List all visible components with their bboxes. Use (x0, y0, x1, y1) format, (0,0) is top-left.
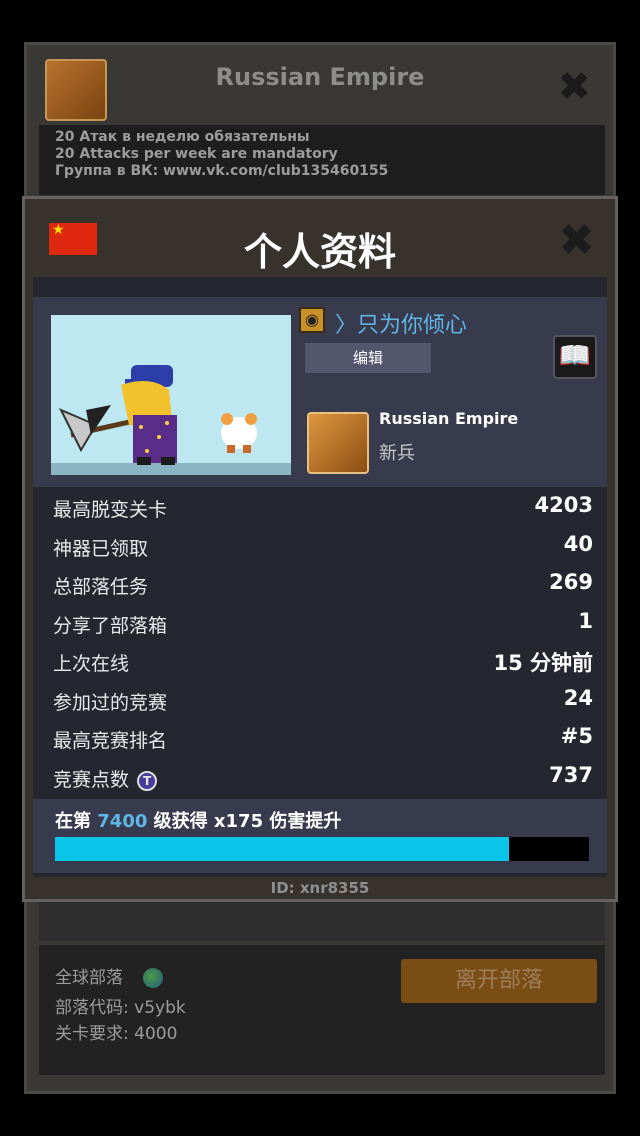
stat-label: 参加过的竞赛 (53, 691, 168, 714)
global-label: 全球部落 (55, 968, 123, 988)
clan-title: Russian Empire (215, 63, 425, 91)
stat-row: 总部落任务 269 (33, 566, 607, 605)
stat-value: 24 (563, 685, 593, 710)
clan-close-icon[interactable]: ✖ (557, 67, 591, 107)
profile-dialog: ★ 个人资料 ✖ ◉ 〉只为你倾心 编辑 📖 Russian Empire 新兵… (22, 196, 618, 902)
avatar-scene (51, 315, 291, 475)
stat-label: 竞赛点数 T (53, 765, 158, 792)
stat-label: 最高脱变关卡 (53, 499, 168, 521)
stat-value: 4203 (534, 493, 593, 517)
player-name: 〉只为你倾心 (335, 313, 468, 338)
stat-label-text: 竞赛点数 (53, 768, 130, 791)
camera-icon[interactable]: ◉ (299, 307, 325, 333)
clan-description: 20 Атак в неделю обязательны 20 Attacks … (39, 125, 605, 195)
description-line: 20 Атак в неделю обязательны (55, 129, 310, 145)
stat-label: 最高竞赛排名 (53, 730, 168, 752)
stat-row: 参加过的竞赛 24 (33, 682, 607, 721)
stat-row: 最高脱变关卡 4203 (33, 489, 607, 528)
book-icon[interactable]: 📖 (553, 335, 597, 379)
edit-button[interactable]: 编辑 (305, 343, 431, 373)
progress-suffix: 级获得 x175 伤害提升 (147, 811, 342, 832)
stat-row: 竞赛点数 T 737 (33, 759, 607, 798)
profile-content: ◉ 〉只为你倾心 编辑 📖 Russian Empire 新兵 最高脱变关卡 4… (33, 277, 607, 877)
close-icon[interactable]: ✖ (558, 219, 595, 263)
stat-label: 上次在线 (53, 653, 130, 675)
player-avatar (51, 315, 291, 475)
dialog-title: 个人资料 (243, 230, 396, 274)
global-label-row: 全球部落 (55, 963, 163, 988)
clan-emblem-icon[interactable] (307, 412, 369, 474)
level-requirement: 关卡要求: 4000 (55, 1024, 178, 1044)
clan-name: Russian Empire (379, 409, 519, 428)
stat-value: #5 (560, 724, 593, 748)
globe-icon (143, 968, 163, 988)
divider (33, 277, 607, 297)
clan-footer: 全球部落 部落代码: v5ybk 关卡要求: 4000 离开部落 (39, 945, 605, 1075)
description-line: Группа в ВК: www.vk.com/club135460155 (55, 163, 389, 179)
stat-value: 40 (563, 531, 593, 556)
clan-rank: 新兵 (379, 443, 415, 464)
progress-prefix: 在第 (55, 811, 98, 832)
stat-value: 1 (578, 608, 593, 633)
stat-value: 15 分钟前 (493, 651, 593, 675)
damage-bonus-progress: 在第 7400 级获得 x175 伤害提升 (33, 799, 607, 873)
player-id: ID: xnr8355 (270, 879, 370, 897)
profile-header: ◉ 〉只为你倾心 编辑 📖 Russian Empire 新兵 (33, 297, 607, 487)
clan-header: Russian Empire ✖ (27, 45, 613, 127)
member-row[interactable] (39, 901, 605, 941)
stats-list: 最高脱变关卡 4203 神器已领取 40 总部落任务 269 分享了部落箱 1 … (33, 489, 607, 797)
stat-row: 最高竞赛排名 #5 (33, 720, 607, 759)
description-line: 20 Attacks per week are mandatory (55, 146, 338, 162)
clan-code: 部落代码: v5ybk (55, 998, 186, 1018)
stat-row: 神器已领取 40 (33, 528, 607, 567)
stat-row: 分享了部落箱 1 (33, 605, 607, 644)
progress-bar-fill (55, 837, 509, 861)
leave-clan-button[interactable]: 离开部落 (401, 959, 597, 1003)
progress-level: 7400 (97, 811, 148, 832)
progress-text: 在第 7400 级获得 x175 伤害提升 (55, 807, 341, 833)
progress-bar (55, 837, 589, 861)
stat-value: 737 (549, 762, 593, 787)
stat-label: 总部落任务 (53, 576, 149, 598)
tournament-points-icon: T (137, 770, 158, 791)
stat-label: 神器已领取 (53, 537, 149, 560)
stat-row: 上次在线 15 分钟前 (33, 643, 607, 682)
stat-value: 269 (549, 570, 593, 594)
stat-label: 分享了部落箱 (53, 614, 168, 637)
